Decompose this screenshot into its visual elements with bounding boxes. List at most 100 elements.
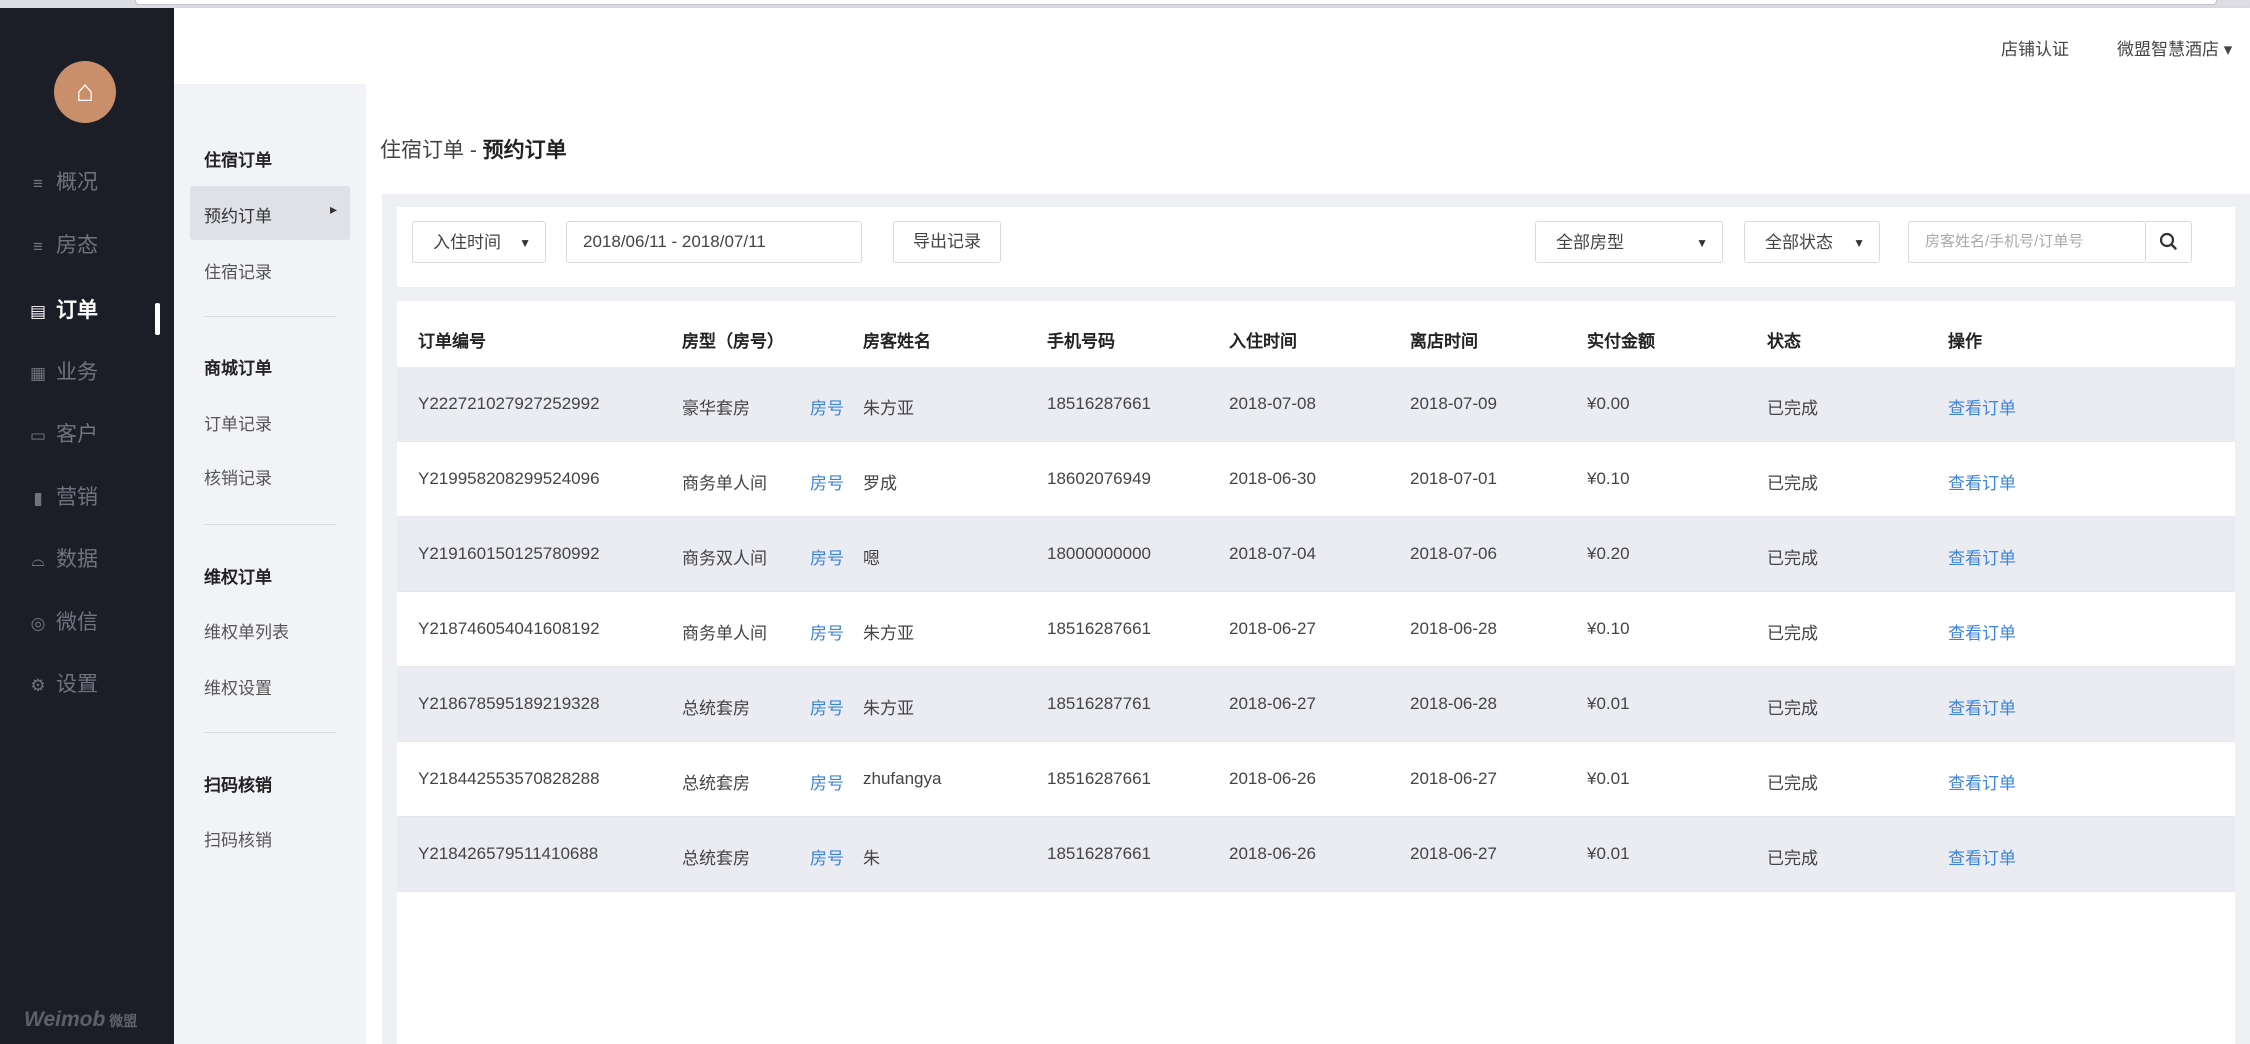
cell-checkin: 2018-06-26	[1229, 769, 1316, 788]
table-header: 订单编号 房型（房号） 房客姓名 手机号码 入住时间 离店时间 实付金额 状态 …	[397, 301, 2235, 367]
subnav-item-order-records[interactable]: 订单记录	[204, 410, 272, 435]
subnav-group-scan-verify: 扫码核销	[204, 776, 272, 795]
col-order-no: 订单编号	[418, 332, 486, 351]
table-row: Y218426579511410688 总统套房 房号 朱 1851628766…	[397, 817, 2235, 892]
table-row: Y218678595189219328 总统套房 房号 朱方亚 18516287…	[397, 667, 2235, 742]
search-icon	[2159, 232, 2177, 250]
cell-guest: zhufangya	[863, 769, 942, 788]
gear-icon: ⚙	[30, 676, 46, 695]
room-no-link[interactable]: 房号	[810, 619, 844, 644]
breadcrumb-parent[interactable]: 住宿订单	[380, 139, 464, 162]
cell-amount: ¥0.01	[1587, 694, 1630, 713]
cell-guest: 朱方亚	[863, 699, 914, 718]
view-order-link[interactable]: 查看订单	[1948, 544, 2016, 569]
room-no-link[interactable]: 房号	[810, 844, 844, 869]
dropdown-arrow-icon: ▼	[1853, 236, 1865, 250]
cell-order-no: Y218746054041608192	[418, 619, 600, 638]
subnav-group-lodging-orders: 住宿订单	[204, 151, 272, 170]
subnav-item-rights-settings[interactable]: 维权设置	[204, 674, 272, 699]
cell-phone: 18516287661	[1047, 619, 1152, 638]
menu-lines-icon: ≡	[33, 237, 43, 256]
cell-phone: 18000000000	[1047, 544, 1152, 563]
nav-item-label: 营销	[56, 486, 98, 509]
view-order-link[interactable]: 查看订单	[1948, 844, 2016, 869]
nav-item-label: 业务	[56, 361, 98, 384]
room-no-link[interactable]: 房号	[810, 694, 844, 719]
store-switcher[interactable]: 微盟智慧酒店 ▾	[2117, 35, 2232, 60]
cell-status: 已完成	[1767, 849, 1818, 868]
room-type-select[interactable]: 全部房型 ▼	[1535, 221, 1723, 263]
nav-item-label: 客户	[56, 423, 98, 446]
status-value: 全部状态	[1765, 233, 1833, 252]
cell-amount: ¥0.10	[1587, 619, 1630, 638]
order-subnav: 住宿订单 预约订单 ▸ 住宿记录 商城订单 订单记录 核销记录 维权订单 维权单…	[174, 84, 366, 1044]
search-button[interactable]	[2146, 221, 2192, 263]
cell-checkin: 2018-06-27	[1229, 619, 1316, 638]
nav-item-settings[interactable]: ⚙ 设置	[26, 665, 98, 705]
caret-right-icon: ▸	[330, 201, 338, 217]
cell-guest: 朱方亚	[863, 624, 914, 643]
export-records-button[interactable]: 导出记录	[893, 221, 1001, 263]
cell-amount: ¥0.01	[1587, 844, 1630, 863]
col-checkout: 离店时间	[1410, 332, 1478, 351]
subnav-item-rights-list[interactable]: 维权单列表	[204, 618, 289, 643]
cell-guest: 朱方亚	[863, 399, 914, 418]
room-no-link[interactable]: 房号	[810, 769, 844, 794]
nav-item-room-status[interactable]: ≡ 房态	[26, 226, 98, 266]
view-order-link[interactable]: 查看订单	[1948, 694, 2016, 719]
cell-checkin: 2018-07-08	[1229, 394, 1316, 413]
cell-amount: ¥0.01	[1587, 769, 1630, 788]
cell-order-no: Y218678595189219328	[418, 694, 600, 713]
cell-room-type: 总统套房	[682, 774, 750, 793]
status-select[interactable]: 全部状态 ▼	[1744, 221, 1880, 263]
view-order-link[interactable]: 查看订单	[1948, 769, 2016, 794]
nav-item-marketing[interactable]: ▮ 营销	[26, 478, 98, 518]
view-order-link[interactable]: 查看订单	[1948, 469, 2016, 494]
nav-item-customers[interactable]: ▭ 客户	[26, 415, 98, 455]
nav-item-wechat[interactable]: ◎ 微信	[26, 603, 98, 643]
menu-lines-icon: ≡	[33, 174, 43, 193]
hotel-logo-avatar[interactable]: ⌂	[54, 61, 116, 123]
cell-checkin: 2018-06-27	[1229, 694, 1316, 713]
col-status: 状态	[1767, 332, 1801, 351]
subnav-item-verification-records[interactable]: 核销记录	[204, 464, 272, 489]
subnav-divider	[204, 732, 336, 733]
nav-item-label: 订单	[56, 299, 98, 322]
cell-room-type: 商务单人间	[682, 474, 767, 493]
line-chart-icon: ⌓	[31, 551, 45, 570]
business-icon: ▦	[29, 364, 47, 383]
date-range-input[interactable]: 2018/06/11 - 2018/07/11	[566, 221, 862, 263]
subnav-divider	[204, 524, 336, 525]
room-no-link[interactable]: 房号	[810, 394, 844, 419]
cell-room-type: 商务双人间	[682, 549, 767, 568]
nav-item-overview[interactable]: ≡ 概况	[26, 163, 98, 203]
nav-item-orders[interactable]: ▤ 订单	[26, 291, 98, 331]
subnav-item-booking-orders-label[interactable]: 预约订单	[204, 202, 272, 227]
col-phone: 手机号码	[1047, 332, 1115, 351]
cell-checkout: 2018-06-28	[1410, 619, 1497, 638]
col-action: 操作	[1948, 332, 1982, 351]
search-input[interactable]: 房客姓名/手机号/订单号	[1908, 221, 2146, 263]
room-no-link[interactable]: 房号	[810, 544, 844, 569]
dropdown-arrow-icon: ▼	[1696, 236, 1708, 250]
subnav-group-mall-orders: 商城订单	[204, 359, 272, 378]
main-content: 住宿订单 - 预约订单 入住时间 ▼ 2018/06/11 - 2018/07/1…	[366, 84, 2250, 1044]
cell-order-no: Y222721027927252992	[418, 394, 600, 413]
time-type-select[interactable]: 入住时间 ▼	[412, 221, 546, 263]
cell-room-type: 总统套房	[682, 849, 750, 868]
cell-checkout: 2018-06-28	[1410, 694, 1497, 713]
brand-logo: Weimob 微盟	[24, 1008, 137, 1032]
view-order-link[interactable]: 查看订单	[1948, 619, 2016, 644]
store-certification-link[interactable]: 店铺认证	[2001, 35, 2069, 60]
cell-checkout: 2018-07-01	[1410, 469, 1497, 488]
subnav-item-scan-verify[interactable]: 扫码核销	[204, 826, 272, 851]
subnav-item-lodging-records[interactable]: 住宿记录	[204, 258, 272, 283]
subnav-divider	[204, 316, 336, 317]
cell-status: 已完成	[1767, 624, 1818, 643]
cell-room-type: 商务单人间	[682, 624, 767, 643]
view-order-link[interactable]: 查看订单	[1948, 394, 2016, 419]
nav-item-data[interactable]: ⌓ 数据	[26, 540, 98, 580]
nav-item-business[interactable]: ▦ 业务	[26, 353, 98, 393]
cell-phone: 18516287661	[1047, 844, 1152, 863]
room-no-link[interactable]: 房号	[810, 469, 844, 494]
